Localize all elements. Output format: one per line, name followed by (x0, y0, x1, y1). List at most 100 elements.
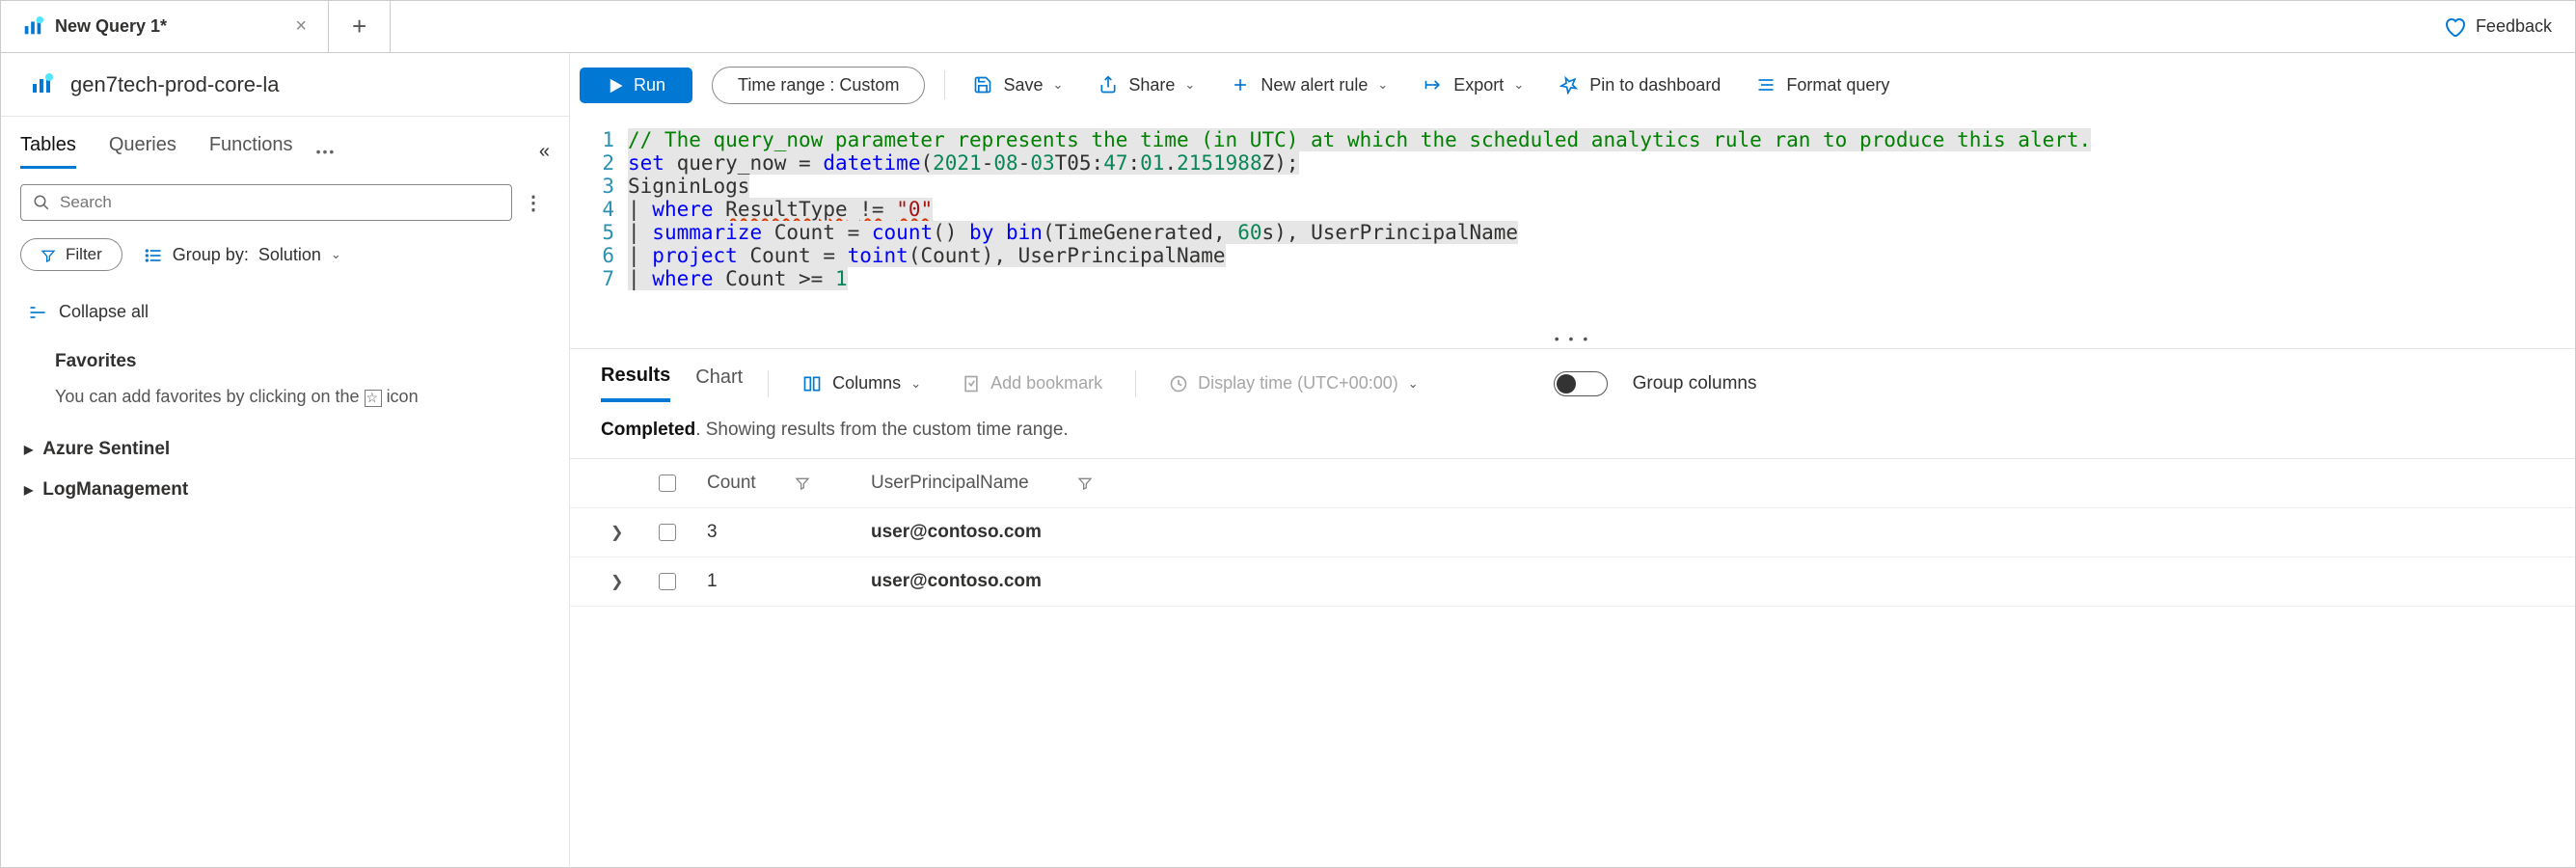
code-text[interactable]: | summarize Count = count() by bin(TimeG… (628, 221, 1518, 244)
groupby-value: Solution (258, 245, 321, 265)
collapse-sidebar-icon[interactable]: « (539, 141, 550, 163)
query-editor[interactable]: 1// The query_now parameter represents t… (570, 117, 2575, 329)
table-row[interactable]: ❯3user@contoso.com (570, 508, 2575, 557)
tab-tables[interactable]: Tables (20, 134, 76, 169)
chevron-down-icon: ⌄ (910, 376, 921, 392)
search-icon (33, 194, 50, 211)
expand-row-icon[interactable]: ❯ (610, 574, 623, 590)
chevron-down-icon: ⌄ (1052, 77, 1063, 93)
format-button[interactable]: Format query (1748, 71, 1897, 99)
group-columns-toggle[interactable] (1554, 371, 1608, 396)
list-icon (144, 244, 163, 264)
column-count-header[interactable]: Count (697, 473, 861, 494)
status-text: . Showing results from the custom time r… (695, 420, 1069, 440)
tree-item-azure-sentinel[interactable]: ▶ Azure Sentinel (1, 429, 569, 470)
time-range-label: Time range : (738, 75, 834, 95)
line-number: 2 (589, 151, 628, 175)
play-icon (607, 75, 624, 95)
filter-icon[interactable] (1077, 473, 1093, 494)
tab-title: New Query 1* (55, 16, 167, 37)
bookmark-button: Add bookmark (954, 369, 1110, 397)
code-text[interactable]: set query_now = datetime(2021-08-03T05:4… (628, 151, 1299, 175)
close-icon[interactable]: × (295, 15, 307, 38)
code-text[interactable]: | where Count >= 1 (628, 267, 848, 290)
tab-results[interactable]: Results (601, 365, 670, 402)
results-tabs: Results Chart Columns ⌄ Add bookmark Dis… (570, 349, 2575, 402)
column-upn-header[interactable]: UserPrincipalName (861, 473, 1266, 494)
line-number: 3 (589, 175, 628, 198)
tree-label: LogManagement (42, 479, 188, 501)
resize-handle-icon[interactable]: • • • (570, 329, 2575, 348)
collapse-all-button[interactable]: Collapse all (1, 288, 569, 336)
code-text[interactable]: | project Count = toint(Count), UserPrin… (628, 244, 1226, 267)
select-all-checkbox[interactable] (649, 475, 697, 492)
columns-button[interactable]: Columns ⌄ (794, 369, 929, 397)
groupby-button[interactable]: Group by: Solution ⌄ (144, 244, 341, 264)
separator (768, 370, 769, 397)
code-text[interactable]: SigninLogs (628, 175, 749, 198)
filter-icon[interactable] (795, 473, 810, 494)
search-field[interactable] (60, 193, 500, 212)
run-label: Run (634, 75, 665, 95)
save-icon (972, 75, 993, 95)
line-number: 7 (589, 267, 628, 290)
tree-item-log-management[interactable]: ▶ LogManagement (1, 470, 569, 510)
separator (1135, 370, 1136, 397)
columns-icon (801, 374, 823, 393)
feedback-button[interactable]: Feedback (2420, 1, 2575, 52)
table-row[interactable]: ❯1user@contoso.com (570, 557, 2575, 607)
log-analytics-icon (30, 73, 53, 96)
bookmark-icon (962, 373, 981, 393)
search-input[interactable] (20, 184, 512, 221)
export-button[interactable]: Export ⌄ (1415, 71, 1532, 99)
run-button[interactable]: Run (580, 68, 692, 103)
filter-button[interactable]: Filter (20, 238, 122, 271)
editor-line[interactable]: 7| where Count >= 1 (589, 267, 2556, 290)
editor-line[interactable]: 5| summarize Count = count() by bin(Time… (589, 221, 2556, 244)
line-number: 6 (589, 244, 628, 267)
editor-line[interactable]: 2set query_now = datetime(2021-08-03T05:… (589, 151, 2556, 175)
share-button[interactable]: Share ⌄ (1090, 71, 1203, 99)
line-number: 5 (589, 221, 628, 244)
search-options-icon[interactable]: ⋮ (524, 191, 543, 215)
editor-line[interactable]: 3SigninLogs (589, 175, 2556, 198)
editor-line[interactable]: 1// The query_now parameter represents t… (589, 128, 2556, 151)
line-number: 4 (589, 198, 628, 221)
filter-label: Filter (66, 245, 102, 264)
tab-queries[interactable]: Queries (109, 134, 176, 169)
chevron-down-icon: ⌄ (331, 247, 341, 262)
heart-icon (2443, 15, 2466, 39)
row-checkbox[interactable] (649, 573, 697, 590)
time-range-button[interactable]: Time range : Custom (712, 67, 925, 104)
more-icon[interactable]: ••• (316, 144, 337, 159)
pin-icon (1559, 75, 1580, 95)
display-time-label: Display time (UTC+00:00) (1198, 373, 1398, 393)
main-layout: gen7tech-prod-core-la Tables Queries Fun… (1, 53, 2575, 868)
status-strong: Completed (601, 420, 695, 440)
save-button[interactable]: Save ⌄ (964, 71, 1071, 99)
tab-chart[interactable]: Chart (695, 366, 743, 400)
code-text[interactable]: // The query_now parameter represents th… (628, 128, 2091, 151)
pin-button[interactable]: Pin to dashboard (1551, 71, 1728, 99)
editor-line[interactable]: 4| where ResultType != "0" (589, 198, 2556, 221)
add-tab-button[interactable]: + (329, 1, 391, 52)
expand-row-icon[interactable]: ❯ (610, 525, 623, 541)
collapse-icon (28, 302, 47, 322)
query-tab[interactable]: New Query 1* × (1, 1, 329, 52)
tab-functions[interactable]: Functions (209, 134, 293, 169)
results-grid: Count UserPrincipalName ❯3user@contoso.c… (570, 458, 2575, 607)
separator (944, 70, 945, 99)
filter-icon (41, 245, 56, 264)
editor-line[interactable]: 6| project Count = toint(Count), UserPri… (589, 244, 2556, 267)
row-checkbox[interactable] (649, 524, 697, 541)
new-alert-button[interactable]: New alert rule ⌄ (1222, 71, 1396, 99)
workspace-name: gen7tech-prod-core-la (70, 72, 279, 97)
sidebar: gen7tech-prod-core-la Tables Queries Fun… (1, 53, 570, 868)
groupby-label: Group by: (173, 245, 249, 265)
favorites-heading: Favorites (1, 336, 569, 382)
code-text[interactable]: | where ResultType != "0" (628, 198, 933, 221)
right-pane: Run Time range : Custom Save ⌄ Share ⌄ N… (570, 53, 2575, 868)
count-header-label: Count (707, 473, 756, 494)
upn-header-label: UserPrincipalName (871, 473, 1029, 494)
save-label: Save (1003, 75, 1043, 95)
